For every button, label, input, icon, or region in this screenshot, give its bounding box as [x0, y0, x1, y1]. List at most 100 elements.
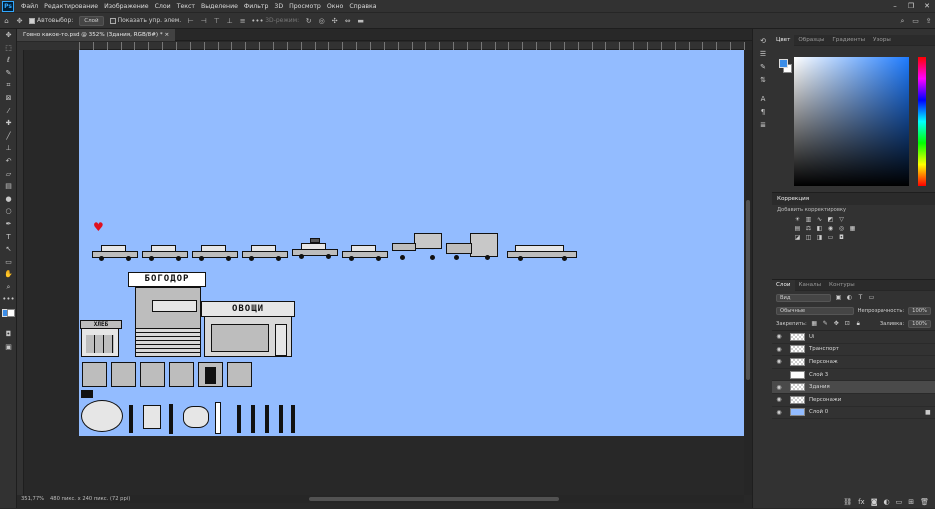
brush-icon[interactable]: ╱ — [0, 130, 17, 143]
minimize-icon[interactable]: – — [887, 0, 903, 12]
blend-mode-select[interactable]: Обычные — [776, 306, 854, 315]
brush-settings-icon[interactable]: ✎ — [753, 61, 773, 74]
3d-roll-icon[interactable]: ◎ — [317, 17, 326, 25]
layer-row[interactable]: ◉ Слой 0 ■ — [772, 407, 935, 420]
exposure-icon[interactable]: ◩ — [827, 216, 834, 223]
lock-position-icon[interactable]: ✥ — [833, 320, 840, 327]
photo-filter-icon[interactable]: ◉ — [827, 225, 834, 232]
color-lookup-icon[interactable]: ▦ — [849, 225, 856, 232]
character-icon[interactable]: A — [753, 93, 773, 106]
curves-icon[interactable]: ∿ — [816, 216, 823, 223]
eyedropper-icon[interactable]: ⁄ — [0, 105, 17, 118]
crop-icon[interactable]: ⌗ — [0, 79, 17, 92]
zoom-icon[interactable]: ⌕ — [0, 281, 17, 294]
quick-select-icon[interactable]: ✎ — [0, 67, 17, 80]
new-adjustment-icon[interactable]: ◐ — [884, 498, 890, 506]
threshold-icon[interactable]: ◨ — [816, 234, 823, 241]
tab-color[interactable]: Цвет — [772, 34, 795, 46]
eye-icon[interactable]: ◉ — [772, 358, 786, 365]
document-tab[interactable]: Говно какое-то.psd @ 352% (Здания, RGB/8… — [17, 29, 176, 41]
text-icon[interactable]: T — [0, 231, 17, 244]
tab-gradients[interactable]: Градиенты — [828, 35, 869, 46]
new-layer-icon[interactable]: ⊞ — [908, 498, 914, 506]
align-left-icon[interactable]: ⊢ — [186, 17, 195, 25]
layer-name[interactable]: Персонажи — [809, 397, 935, 403]
selective-color-icon[interactable]: ◘ — [838, 234, 845, 241]
channel-mixer-icon[interactable]: ◎ — [838, 225, 845, 232]
layer-row[interactable]: ◉ Персонажи — [772, 394, 935, 407]
eye-icon[interactable]: ◉ — [772, 409, 786, 416]
link-layers-icon[interactable]: ⛓ — [843, 498, 852, 506]
tab-swatches[interactable]: Образцы — [794, 35, 828, 46]
photoshop-logo[interactable]: Ps — [2, 0, 14, 12]
layer-name[interactable]: Ui — [809, 334, 935, 340]
search-icon[interactable]: ⌕ — [898, 17, 907, 25]
layer-name[interactable]: Здания — [809, 384, 935, 390]
restore-icon[interactable]: ❐ — [903, 0, 919, 12]
3d-scale-icon[interactable]: ▬ — [356, 17, 365, 25]
layer-name[interactable]: Персонаж — [809, 359, 935, 365]
vibrance-icon[interactable]: ▽ — [838, 216, 845, 223]
opacity-input[interactable]: 100% — [908, 306, 931, 315]
layer-name[interactable]: Транспорт — [809, 346, 935, 352]
eye-icon[interactable]: ◉ — [772, 333, 786, 340]
blur-icon[interactable]: ● — [0, 193, 17, 206]
tab-layers[interactable]: Слои — [772, 279, 795, 291]
workspace-icon[interactable]: ▭ — [911, 17, 920, 25]
3d-slide-icon[interactable]: ⇔ — [343, 17, 352, 25]
color-swatches-icon[interactable] — [0, 306, 17, 328]
posterize-icon[interactable]: ◫ — [805, 234, 812, 241]
menu-help[interactable]: Справка — [346, 3, 379, 10]
tab-paths[interactable]: Контуры — [825, 280, 859, 291]
marquee-icon[interactable]: ⬚ — [0, 42, 17, 55]
history-brush-icon[interactable]: ↶ — [0, 155, 17, 168]
stamp-icon[interactable]: ⊥ — [0, 142, 17, 155]
horizontal-ruler[interactable] — [79, 42, 745, 50]
menu-image[interactable]: Изображение — [101, 3, 152, 10]
eye-icon[interactable]: ◉ — [772, 396, 786, 403]
invert-icon[interactable]: ◪ — [794, 234, 801, 241]
align-top-icon[interactable]: ⊥ — [225, 17, 234, 25]
filter-type-icon[interactable]: T — [857, 294, 864, 301]
pen-icon[interactable]: ✒ — [0, 218, 17, 231]
move-icon[interactable]: ✥ — [0, 29, 17, 42]
color-balance-icon[interactable]: ⚖ — [805, 225, 812, 232]
fx-icon[interactable]: fx — [858, 498, 865, 506]
brightness-icon[interactable]: ☀ — [794, 216, 801, 223]
screen-mode-icon[interactable]: ▣ — [0, 341, 17, 354]
menu-file[interactable]: Файл — [18, 3, 41, 10]
show-controls-checkbox[interactable]: Показать упр. элем. — [109, 17, 181, 24]
dodge-icon[interactable]: ○ — [0, 205, 17, 218]
menu-window[interactable]: Окно — [324, 3, 346, 10]
tab-channels[interactable]: Каналы — [795, 280, 825, 291]
frame-icon[interactable]: ⊠ — [0, 92, 17, 105]
lock-artboard-icon[interactable]: ⊡ — [844, 320, 851, 327]
gradient-map-icon[interactable]: ▭ — [827, 234, 834, 241]
gradient-icon[interactable]: ▤ — [0, 180, 17, 193]
3d-drag-icon[interactable]: ✣ — [330, 17, 339, 25]
eraser-icon[interactable]: ▱ — [0, 168, 17, 181]
layer-name[interactable]: Слой 0 — [809, 409, 925, 415]
menu-select[interactable]: Выделение — [198, 3, 241, 10]
horizontal-scrollbar[interactable] — [79, 495, 744, 503]
lock-pixels-icon[interactable]: ✎ — [822, 320, 829, 327]
document-canvas[interactable]: ♥ БОГОДОР ОВОЩИ ХЛЕБ — [79, 50, 744, 436]
new-group-icon[interactable]: ▭ — [896, 498, 903, 506]
hue-slider[interactable] — [918, 57, 926, 186]
close-icon[interactable]: ✕ — [919, 0, 935, 12]
distribute-icon[interactable]: ≡ — [238, 17, 247, 25]
layer-select-dropdown[interactable]: Слой — [79, 15, 104, 26]
foreground-color-swatch[interactable] — [779, 59, 788, 68]
hand-icon[interactable]: ✋ — [0, 268, 17, 281]
align-right-icon[interactable]: ⊤ — [212, 17, 221, 25]
layer-row[interactable]: Слой 3 — [772, 369, 935, 382]
close-tab-icon[interactable]: × — [164, 32, 169, 38]
history-icon[interactable]: ⟲ — [753, 35, 773, 48]
properties-icon[interactable]: ☰ — [753, 48, 773, 61]
layer-row[interactable]: ◉ Ui — [772, 331, 935, 344]
eye-icon[interactable]: ◉ — [772, 346, 786, 353]
document-size-info[interactable]: 480 пикс. x 240 пикс. (72 ppi) — [50, 495, 130, 503]
lock-transparency-icon[interactable]: ▦ — [811, 320, 818, 327]
vertical-scrollbar[interactable] — [744, 50, 752, 495]
add-mask-icon[interactable]: ◙ — [871, 498, 878, 506]
